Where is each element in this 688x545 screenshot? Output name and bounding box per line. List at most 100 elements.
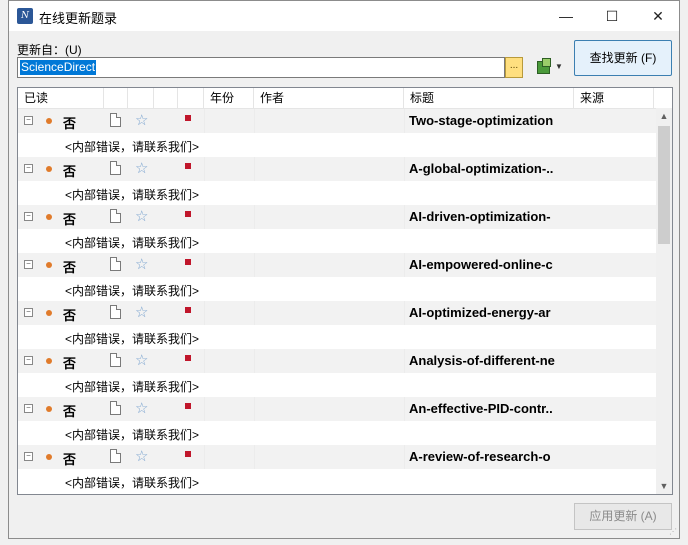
col-divider bbox=[254, 301, 255, 325]
flag-icon[interactable] bbox=[185, 307, 191, 313]
scroll-thumb[interactable] bbox=[658, 126, 670, 244]
reference-list[interactable]: 已读 年份 作者 标题 来源 − 否 ☆ Two-stage-optimizat… bbox=[17, 87, 673, 495]
browse-button[interactable]: ... bbox=[505, 57, 523, 78]
star-icon[interactable]: ☆ bbox=[135, 399, 148, 417]
col-author[interactable]: 作者 bbox=[254, 88, 404, 108]
col-divider bbox=[204, 157, 205, 181]
table-row[interactable]: − 否 ☆ AI-driven-optimization- bbox=[18, 205, 656, 229]
col-flag[interactable] bbox=[178, 88, 204, 108]
col-source[interactable]: 来源 bbox=[574, 88, 654, 108]
collapse-icon[interactable]: − bbox=[24, 164, 33, 173]
col-doc[interactable] bbox=[104, 88, 128, 108]
col-divider bbox=[404, 349, 405, 373]
column-header: 已读 年份 作者 标题 来源 bbox=[18, 88, 656, 109]
collapse-icon[interactable]: − bbox=[24, 260, 33, 269]
col-divider bbox=[404, 253, 405, 277]
flag-icon[interactable] bbox=[185, 211, 191, 217]
row-note: <内部错误，请联系我们> bbox=[18, 469, 656, 493]
flag-icon[interactable] bbox=[185, 451, 191, 457]
unread-dot-icon bbox=[46, 214, 52, 220]
star-icon[interactable]: ☆ bbox=[135, 111, 148, 129]
row-title: A-global-optimization-.. bbox=[409, 161, 554, 176]
flag-icon[interactable] bbox=[185, 355, 191, 361]
col-star[interactable] bbox=[128, 88, 154, 108]
apply-updates-button[interactable]: 应用更新 (A) bbox=[574, 503, 672, 530]
table-row[interactable]: − 否 ☆ A-global-optimization-.. bbox=[18, 157, 656, 181]
find-updates-button[interactable]: 查找更新 (F) bbox=[574, 40, 672, 76]
col-divider bbox=[254, 445, 255, 469]
star-icon[interactable]: ☆ bbox=[135, 303, 148, 321]
col-divider bbox=[204, 445, 205, 469]
table-row[interactable]: − 否 ☆ A-review-of-research-o bbox=[18, 445, 656, 469]
table-row[interactable]: − 否 ☆ Two-stage-optimization bbox=[18, 109, 656, 133]
document-icon[interactable] bbox=[110, 257, 121, 271]
document-icon[interactable] bbox=[110, 113, 121, 127]
row-title: An-effective-PID-contr.. bbox=[409, 401, 553, 416]
read-status: 否 bbox=[63, 452, 77, 467]
window-title: 在线更新题录 bbox=[39, 11, 118, 26]
row-title: AI-empowered-online-c bbox=[409, 257, 553, 272]
collapse-icon[interactable]: − bbox=[24, 356, 33, 365]
document-icon[interactable] bbox=[110, 161, 121, 175]
flag-icon[interactable] bbox=[185, 163, 191, 169]
update-dialog: N 在线更新题录 — ☐ ✕ 更新自：(U) ScienceDirect ...… bbox=[8, 0, 680, 539]
col-divider bbox=[254, 109, 255, 133]
star-icon[interactable]: ☆ bbox=[135, 447, 148, 465]
close-button[interactable]: ✕ bbox=[635, 1, 681, 31]
rows-container: − 否 ☆ Two-stage-optimization <内部错误，请联系我们… bbox=[18, 109, 656, 493]
table-row[interactable]: − 否 ☆ AI-optimized-energy-ar bbox=[18, 301, 656, 325]
row-note: <内部错误，请联系我们> bbox=[18, 421, 656, 445]
collapse-icon[interactable]: − bbox=[24, 212, 33, 221]
resize-grip-icon[interactable]: ⋰ bbox=[669, 527, 677, 536]
flag-icon[interactable] bbox=[185, 115, 191, 121]
document-icon[interactable] bbox=[110, 449, 121, 463]
document-icon[interactable] bbox=[110, 305, 121, 319]
col-divider bbox=[204, 349, 205, 373]
row-note: <内部错误，请联系我们> bbox=[18, 373, 656, 397]
row-title: AI-optimized-energy-ar bbox=[409, 305, 551, 320]
collapse-icon[interactable]: − bbox=[24, 404, 33, 413]
error-note: <内部错误，请联系我们> bbox=[65, 188, 200, 202]
collapse-icon[interactable]: − bbox=[24, 452, 33, 461]
error-note: <内部错误，请联系我们> bbox=[65, 236, 200, 250]
collapse-icon[interactable]: − bbox=[24, 308, 33, 317]
col-read[interactable]: 已读 bbox=[18, 88, 104, 108]
source-input[interactable]: ScienceDirect bbox=[17, 57, 505, 78]
read-status: 否 bbox=[63, 164, 77, 179]
unread-dot-icon bbox=[46, 406, 52, 412]
row-title: A-review-of-research-o bbox=[409, 449, 551, 464]
col-divider bbox=[404, 157, 405, 181]
star-icon[interactable]: ☆ bbox=[135, 207, 148, 225]
vertical-scrollbar[interactable]: ▲ ▼ bbox=[656, 108, 672, 494]
col-divider bbox=[254, 397, 255, 421]
col-divider bbox=[404, 301, 405, 325]
star-icon[interactable]: ☆ bbox=[135, 159, 148, 177]
table-row[interactable]: − 否 ☆ Analysis-of-different-ne bbox=[18, 349, 656, 373]
col-divider bbox=[204, 301, 205, 325]
scroll-down-icon[interactable]: ▼ bbox=[656, 478, 672, 494]
app-logo-icon: N bbox=[17, 8, 33, 24]
col-divider bbox=[254, 157, 255, 181]
flag-icon[interactable] bbox=[185, 259, 191, 265]
error-note: <内部错误，请联系我们> bbox=[65, 140, 200, 154]
document-icon[interactable] bbox=[110, 209, 121, 223]
table-row[interactable]: − 否 ☆ AI-empowered-online-c bbox=[18, 253, 656, 277]
table-row[interactable]: − 否 ☆ An-effective-PID-contr.. bbox=[18, 397, 656, 421]
star-icon[interactable]: ☆ bbox=[135, 255, 148, 273]
title-bar: N 在线更新题录 — ☐ ✕ bbox=[9, 1, 679, 31]
flag-icon[interactable] bbox=[185, 403, 191, 409]
document-icon[interactable] bbox=[110, 353, 121, 367]
document-icon[interactable] bbox=[110, 401, 121, 415]
col-year[interactable]: 年份 bbox=[204, 88, 254, 108]
database-dropdown-button[interactable]: ▼ bbox=[535, 58, 565, 77]
maximize-button[interactable]: ☐ bbox=[589, 1, 635, 31]
star-icon[interactable]: ☆ bbox=[135, 351, 148, 369]
row-title: Analysis-of-different-ne bbox=[409, 353, 555, 368]
unread-dot-icon bbox=[46, 262, 52, 268]
collapse-icon[interactable]: − bbox=[24, 116, 33, 125]
col-title[interactable]: 标题 bbox=[404, 88, 574, 108]
col-blank[interactable] bbox=[154, 88, 178, 108]
row-title: AI-driven-optimization- bbox=[409, 209, 551, 224]
scroll-up-icon[interactable]: ▲ bbox=[656, 108, 672, 124]
minimize-button[interactable]: — bbox=[543, 1, 589, 31]
